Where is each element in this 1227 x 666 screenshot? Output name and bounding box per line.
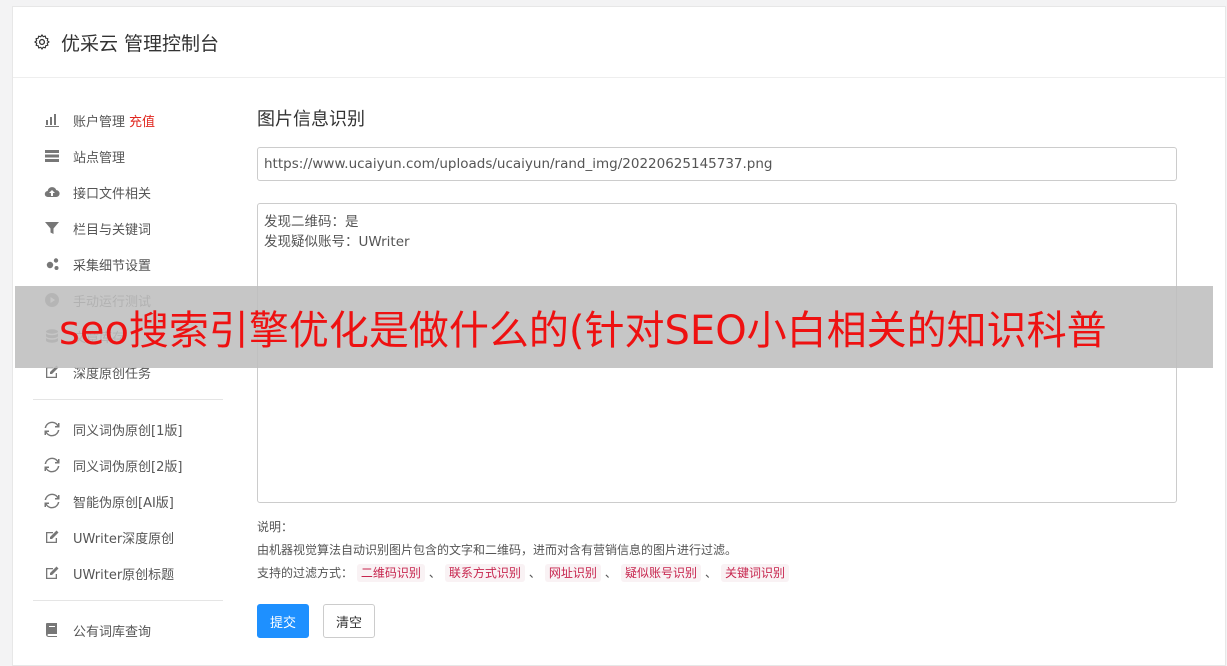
overlay-text: seo搜索引擎优化是做什么的(针对SEO小白相关的知识科普 xyxy=(59,308,1107,354)
sidebar-item[interactable]: UWriter深度原创 xyxy=(33,519,223,555)
title-overlay-banner: seo搜索引擎优化是做什么的(针对SEO小白相关的知识科普 xyxy=(15,286,1213,368)
header-title: 优采云 管理控制台 xyxy=(61,32,220,55)
result-line: 发现二维码：是 xyxy=(264,214,359,230)
refresh-icon xyxy=(43,493,61,509)
sidebar-item-label: 栏目与关键词 xyxy=(73,222,152,238)
main-panel: 图片信息识别 https://www.ucaiyun.com/uploads/u… xyxy=(257,105,1177,638)
sidebar-item-label: 账户管理 xyxy=(73,114,126,130)
edit-icon xyxy=(43,565,61,581)
sidebar-item-label: 公有词库查询 xyxy=(73,624,152,640)
sidebar-item[interactable]: 站点管理 xyxy=(33,138,223,174)
sidebar-item-label: 同义词伪原创[2版] xyxy=(73,459,183,475)
sidebar-item-label: UWriter深度原创 xyxy=(73,531,175,547)
refresh-icon xyxy=(43,421,61,437)
clear-button[interactable]: 清空 xyxy=(323,604,376,638)
image-url-input[interactable]: https://www.ucaiyun.com/uploads/ucaiyun/… xyxy=(257,147,1177,181)
sidebar-item-label: 站点管理 xyxy=(73,150,126,166)
desc-label: 说明： xyxy=(257,520,294,534)
bar-chart-icon xyxy=(43,112,61,128)
sidebar-divider xyxy=(33,399,223,400)
filter-separator: 、 xyxy=(704,566,717,580)
gear-icon xyxy=(34,34,50,50)
filter-label: 支持的过滤方式： xyxy=(257,566,354,580)
book-icon xyxy=(43,622,61,638)
filter-tag: 疑似账号识别 xyxy=(620,564,701,582)
sidebar-item-label: 采集细节设置 xyxy=(73,258,152,274)
sidebar-item[interactable]: 采集细节设置 xyxy=(33,246,223,282)
sidebar-item[interactable]: 公有词库查询 xyxy=(33,612,223,648)
sidebar-item-label: UWriter原创标题 xyxy=(73,567,175,583)
cloud-upload-icon xyxy=(43,184,61,200)
filter-separator: 、 xyxy=(604,566,617,580)
sidebar-item[interactable]: 智能伪原创[AI版] xyxy=(33,483,223,519)
header: 优采云 管理控制台 xyxy=(13,7,1225,78)
sidebar-item[interactable]: 账户管理 充值 xyxy=(33,102,223,138)
sidebar-divider xyxy=(33,600,223,601)
page-title: 图片信息识别 xyxy=(257,109,365,130)
filter-tag: 网址识别 xyxy=(544,564,601,582)
desc-text: 由机器视觉算法自动识别图片包含的文字和二维码，进而对含有营销信息的图片进行过滤。 xyxy=(257,543,738,557)
edit-icon xyxy=(43,529,61,545)
filter-tag: 联系方式识别 xyxy=(444,564,525,582)
filter-tag: 关键词识别 xyxy=(720,564,789,582)
sidebar-item-label: 同义词伪原创[1版] xyxy=(73,423,183,439)
filter-separator: 、 xyxy=(528,566,541,580)
description: 说明： 由机器视觉算法自动识别图片包含的文字和二维码，进而对含有营销信息的图片进… xyxy=(257,516,1177,585)
sidebar-item[interactable]: 同义词伪原创[1版] xyxy=(33,411,223,447)
server-icon xyxy=(43,148,61,164)
filter-tag: 二维码识别 xyxy=(356,564,425,582)
filter-list: 支持的过滤方式： 二维码识别、联系方式识别、网址识别、疑似账号识别、关键词识别 xyxy=(257,562,1177,585)
refresh-icon xyxy=(43,457,61,473)
submit-button[interactable]: 提交 xyxy=(257,604,310,638)
sidebar-item-label: 智能伪原创[AI版] xyxy=(73,495,174,511)
result-line: 发现疑似账号：UWriter xyxy=(264,234,410,250)
filter-icon xyxy=(43,220,61,236)
sidebar: 账户管理充值站点管理接口文件相关栏目与关键词采集细节设置手动运行测试文章库存深度… xyxy=(33,102,223,648)
button-row: 提交 清空 xyxy=(257,604,1177,638)
gears-icon xyxy=(43,256,61,272)
image-url-value: https://www.ucaiyun.com/uploads/ucaiyun/… xyxy=(264,156,773,172)
filter-separator: 、 xyxy=(428,566,441,580)
sidebar-item[interactable]: UWriter原创标题 xyxy=(33,555,223,591)
sidebar-item-label: 接口文件相关 xyxy=(73,186,152,202)
sidebar-item[interactable]: 接口文件相关 xyxy=(33,174,223,210)
recharge-link[interactable]: 充值 xyxy=(129,111,155,130)
sidebar-item[interactable]: 同义词伪原创[2版] xyxy=(33,447,223,483)
sidebar-item[interactable]: 栏目与关键词 xyxy=(33,210,223,246)
